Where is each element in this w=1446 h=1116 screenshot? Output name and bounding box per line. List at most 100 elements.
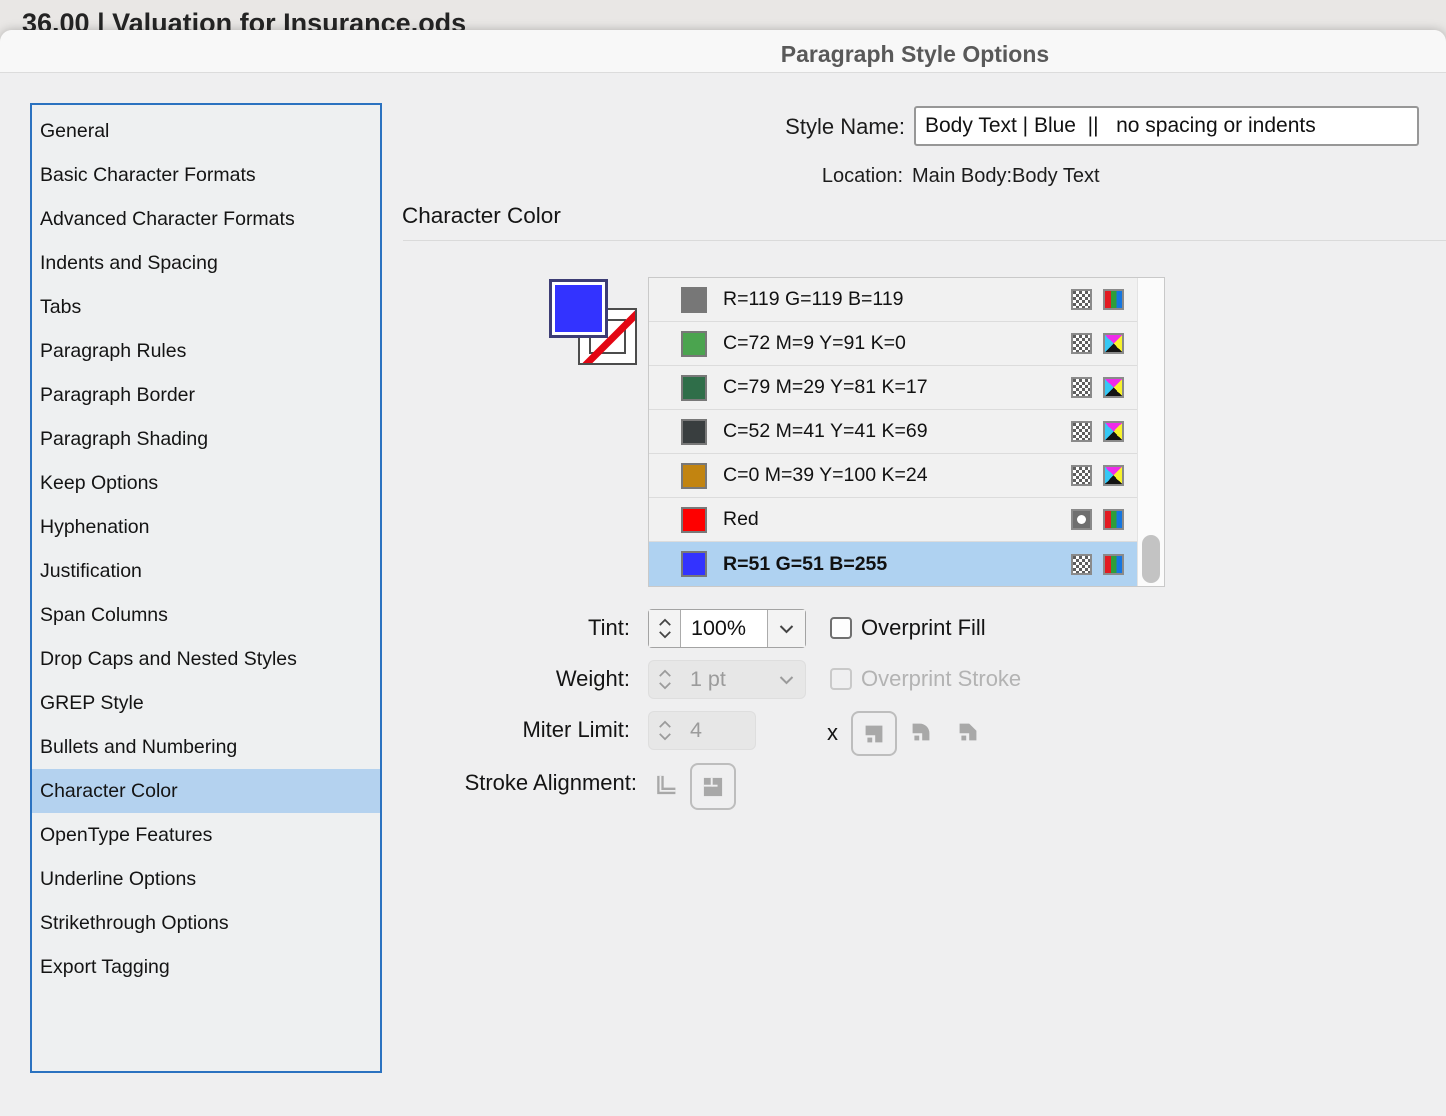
sidebar-item-basic-character-formats[interactable]: Basic Character Formats	[32, 153, 380, 197]
sidebar-item-advanced-character-formats[interactable]: Advanced Character Formats	[32, 197, 380, 241]
rgb-mode-icon	[1103, 509, 1124, 530]
sidebar-item-bullets-and-numbering[interactable]: Bullets and Numbering	[32, 725, 380, 769]
swatch-list: R=119 G=119 B=119 C=72 M=9 Y=91 K=0 C=79 M…	[648, 277, 1165, 587]
swatch-name: R=119 G=119 B=119	[723, 288, 904, 310]
tint-stepper[interactable]	[649, 610, 681, 647]
miter-join-button	[851, 711, 897, 756]
location-value: Main Body:Body Text	[912, 165, 1100, 187]
sidebar-item-tabs[interactable]: Tabs	[32, 285, 380, 329]
swatch-icons	[1071, 465, 1124, 486]
sidebar-item-paragraph-border[interactable]: Paragraph Border	[32, 373, 380, 417]
section-title: Character Color	[402, 203, 561, 228]
chevron-down-icon	[779, 624, 794, 633]
swatch-color-chip	[681, 330, 707, 357]
sidebar-item-opentype-features[interactable]: OpenType Features	[32, 813, 380, 857]
swatch-name: C=72 M=9 Y=91 K=0	[723, 332, 906, 354]
bevel-join-icon	[959, 723, 977, 741]
rgb-mode-icon	[1103, 553, 1124, 575]
dialog-header[interactable]: Paragraph Style Options	[0, 30, 1446, 73]
chevron-up-icon	[658, 618, 671, 626]
sidebar-item-drop-caps-and-nested-styles[interactable]: Drop Caps and Nested Styles	[32, 637, 380, 681]
cmyk-mode-icon	[1103, 465, 1124, 486]
weight-value: 1 pt	[690, 667, 726, 691]
miter-limit-value: 4	[690, 718, 702, 742]
fill-proxy[interactable]	[549, 279, 608, 338]
sidebar-item-paragraph-shading[interactable]: Paragraph Shading	[32, 417, 380, 461]
swatch-color-chip	[681, 286, 707, 313]
swatch-name: Red	[723, 508, 759, 530]
paragraph-style-options-dialog: Paragraph Style Options General Basic Cha…	[0, 30, 1446, 1116]
swatch-row[interactable]: C=0 M=39 Y=100 K=24	[649, 454, 1138, 498]
swatch-icons	[1071, 553, 1124, 575]
cmyk-mode-icon	[1103, 421, 1124, 442]
scrollbar[interactable]	[1137, 278, 1164, 586]
style-name-input[interactable]: Body Text | Blue || no spacing or indent…	[914, 106, 1419, 146]
tint-dropdown[interactable]	[767, 610, 805, 647]
swatch-color-chip	[681, 418, 707, 445]
sidebar-item-span-columns[interactable]: Span Columns	[32, 593, 380, 637]
swatch-rows: R=119 G=119 B=119 C=72 M=9 Y=91 K=0 C=79 M…	[649, 278, 1138, 586]
rgb-mode-icon	[1103, 289, 1124, 310]
chevron-up-icon	[658, 669, 671, 677]
swatch-icons	[1071, 289, 1124, 310]
sidebar-item-strikethrough-options[interactable]: Strikethrough Options	[32, 901, 380, 945]
cmyk-mode-icon	[1103, 377, 1124, 398]
swatch-row[interactable]: C=52 M=41 Y=41 K=69	[649, 410, 1138, 454]
swatch-color-chip	[681, 551, 707, 577]
spot-color-icon	[1071, 509, 1092, 530]
scrollbar-thumb[interactable]	[1142, 535, 1160, 583]
weight-label: Weight:	[555, 666, 630, 691]
stroke-alignment-label: Stroke Alignment:	[464, 770, 637, 795]
sidebar-item-paragraph-rules[interactable]: Paragraph Rules	[32, 329, 380, 373]
style-name-value: Body Text | Blue || no spacing or indent…	[925, 114, 1316, 137]
sidebar-item-indents-and-spacing[interactable]: Indents and Spacing	[32, 241, 380, 285]
swatch-color-chip	[681, 374, 707, 401]
sidebar-item-underline-options[interactable]: Underline Options	[32, 857, 380, 901]
weight-dropdown	[768, 661, 805, 698]
round-join-button	[905, 716, 937, 748]
swatch-color-chip	[681, 462, 707, 489]
swatch-row[interactable]: C=79 M=29 Y=81 K=17	[649, 366, 1138, 410]
swatch-name: R=51 G=51 B=255	[723, 552, 888, 575]
sidebar-item-general[interactable]: General	[32, 109, 380, 153]
bevel-join-button	[952, 716, 984, 748]
dialog-title: Paragraph Style Options	[780, 41, 1050, 67]
stroke-align-center-button	[647, 767, 683, 803]
swatch-name: C=0 M=39 Y=100 K=24	[723, 464, 928, 486]
swatch-color-chip	[681, 506, 707, 533]
miter-join-icon	[865, 725, 883, 742]
tint-label: Tint:	[588, 615, 630, 640]
swatch-row[interactable]: R=119 G=119 B=119	[649, 278, 1138, 322]
process-color-icon	[1071, 289, 1092, 310]
miter-limit-stepper	[649, 712, 680, 749]
sidebar-item-keep-options[interactable]: Keep Options	[32, 461, 380, 505]
sidebar-item-justification[interactable]: Justification	[32, 549, 380, 593]
sidebar-item-character-color[interactable]: Character Color	[32, 769, 380, 813]
background-window-title: 36.00 | Valuation for Insurance.ods	[22, 8, 467, 32]
background-window-titlebar: 36.00 | Valuation for Insurance.ods	[0, 0, 1446, 32]
swatch-icons	[1071, 509, 1124, 530]
style-name-label: Style Name:	[785, 114, 905, 139]
swatch-row[interactable]: Red	[649, 498, 1138, 542]
chevron-up-icon	[658, 720, 671, 728]
overprint-fill-checkbox[interactable]	[830, 617, 852, 639]
swatch-icons	[1071, 421, 1124, 442]
chevron-down-icon	[658, 631, 671, 639]
tint-control[interactable]: 100%	[648, 609, 806, 648]
weight-control: 1 pt	[648, 660, 806, 699]
sidebar-item-grep-style[interactable]: GREP Style	[32, 681, 380, 725]
location-label: Location:	[821, 165, 903, 187]
tint-value[interactable]: 100%	[681, 610, 767, 647]
miter-limit-suffix: x	[827, 720, 838, 745]
overprint-fill-label: Overprint Fill	[861, 615, 986, 640]
swatch-row[interactable]: R=51 G=51 B=255	[649, 542, 1138, 586]
miter-limit-label: Miter Limit:	[522, 717, 630, 742]
stroke-align-center-icon	[657, 775, 676, 795]
sidebar-item-export-tagging[interactable]: Export Tagging	[32, 945, 380, 989]
overprint-stroke-label: Overprint Stroke	[861, 666, 1022, 691]
miter-limit-control: 4	[648, 711, 756, 750]
cmyk-mode-icon	[1103, 333, 1124, 354]
swatch-row[interactable]: C=72 M=9 Y=91 K=0	[649, 322, 1138, 366]
process-color-icon	[1071, 553, 1092, 575]
sidebar-item-hyphenation[interactable]: Hyphenation	[32, 505, 380, 549]
